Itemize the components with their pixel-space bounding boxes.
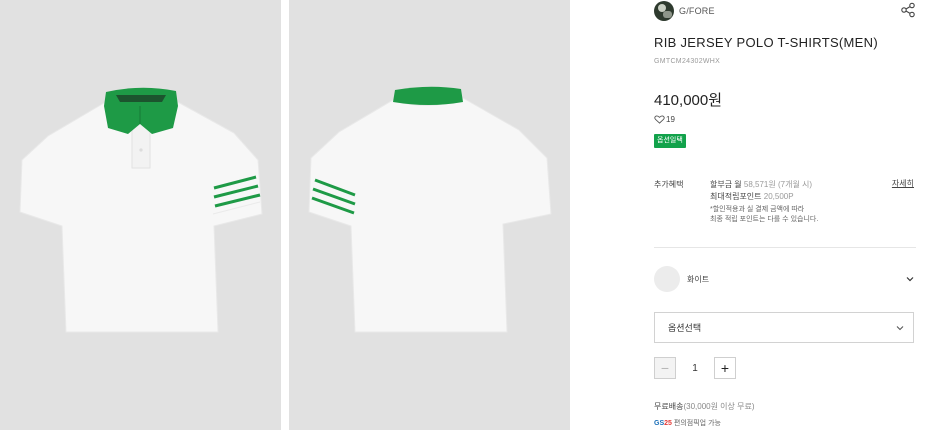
brand-logo[interactable] xyxy=(654,1,674,21)
quantity-value[interactable]: 1 xyxy=(676,363,714,374)
polo-front-illustration xyxy=(19,87,263,333)
gs25-logo-num: 25 xyxy=(664,419,672,427)
chevron-down-icon[interactable] xyxy=(905,274,915,284)
installment-prefix: 할부금 월 xyxy=(710,180,742,189)
option-select-placeholder: 옵션선택 xyxy=(668,323,702,333)
pickup-text: 편의점픽업 가능 xyxy=(673,420,721,427)
shipping-label: 무료배송 xyxy=(654,402,684,411)
shipping-info: 무료배송(30,000원 이상 무료) xyxy=(654,401,755,412)
color-option-row[interactable]: 화이트 xyxy=(654,266,916,292)
gs25-logo-main: GS xyxy=(654,419,665,427)
product-image-back[interactable] xyxy=(289,0,570,430)
divider xyxy=(654,247,916,248)
heart-icon[interactable] xyxy=(654,115,665,124)
color-swatch[interactable] xyxy=(654,266,680,292)
product-title: RIB JERSEY POLO T-SHIRTS(MEN) xyxy=(654,35,878,50)
benefit-label: 추가혜택 xyxy=(654,180,684,189)
benefit-detail-link[interactable]: 자세히 xyxy=(892,178,914,189)
points-note-line2: 최종 적립 포인트는 다를 수 있습니다. xyxy=(710,216,819,223)
polo-back-illustration xyxy=(308,86,552,333)
points-note: *할인적용과 실 결제 금액에 따라 최종 적립 포인트는 다를 수 있습니다. xyxy=(710,205,910,225)
color-label: 화이트 xyxy=(687,274,710,284)
brand-name[interactable]: G/FORE xyxy=(679,6,715,16)
option-badge: 옵션일택 xyxy=(654,134,686,148)
quantity-increase-button[interactable]: + xyxy=(714,357,736,379)
points-label: 최대적립포인트 xyxy=(710,192,762,201)
option-select[interactable]: 옵션선택 xyxy=(654,312,914,343)
shipping-condition: (30,000원 이상 무료) xyxy=(683,402,755,411)
quantity-stepper: − 1 + xyxy=(654,357,736,379)
product-price: 410,000원 xyxy=(654,92,723,109)
product-code: GMTCM24302WHX xyxy=(654,58,721,65)
chevron-down-icon xyxy=(896,326,904,331)
installment-amount: 58,571원 xyxy=(743,180,776,189)
like-count-value: 19 xyxy=(666,115,675,124)
benefit-details: 할부금 월 58,571원 (7개월 시) 최대적립포인트 20,500P *할… xyxy=(710,179,910,225)
gs25-logo: GS25 xyxy=(654,420,672,427)
pickup-info: GS25 편의점픽업 가능 xyxy=(654,418,721,428)
brand-row[interactable]: G/FORE xyxy=(654,0,916,22)
quantity-decrease-button[interactable]: − xyxy=(654,357,676,379)
product-info-panel: G/FORE RIB JERSEY POLO T-SHIRTS(MEN) GMT… xyxy=(654,0,916,430)
points-line: 최대적립포인트 20,500P xyxy=(710,191,910,203)
product-gallery xyxy=(0,0,570,430)
points-note-line1: *할인적용과 실 결제 금액에 따라 xyxy=(710,206,805,213)
product-image-front[interactable] xyxy=(0,0,281,430)
like-count[interactable]: 19 xyxy=(654,115,675,124)
installment-line: 할부금 월 58,571원 (7개월 시) xyxy=(710,179,910,191)
share-icon[interactable] xyxy=(900,2,916,18)
installment-months: (7개월 시) xyxy=(777,180,813,189)
points-value: 20,500P xyxy=(763,192,794,201)
